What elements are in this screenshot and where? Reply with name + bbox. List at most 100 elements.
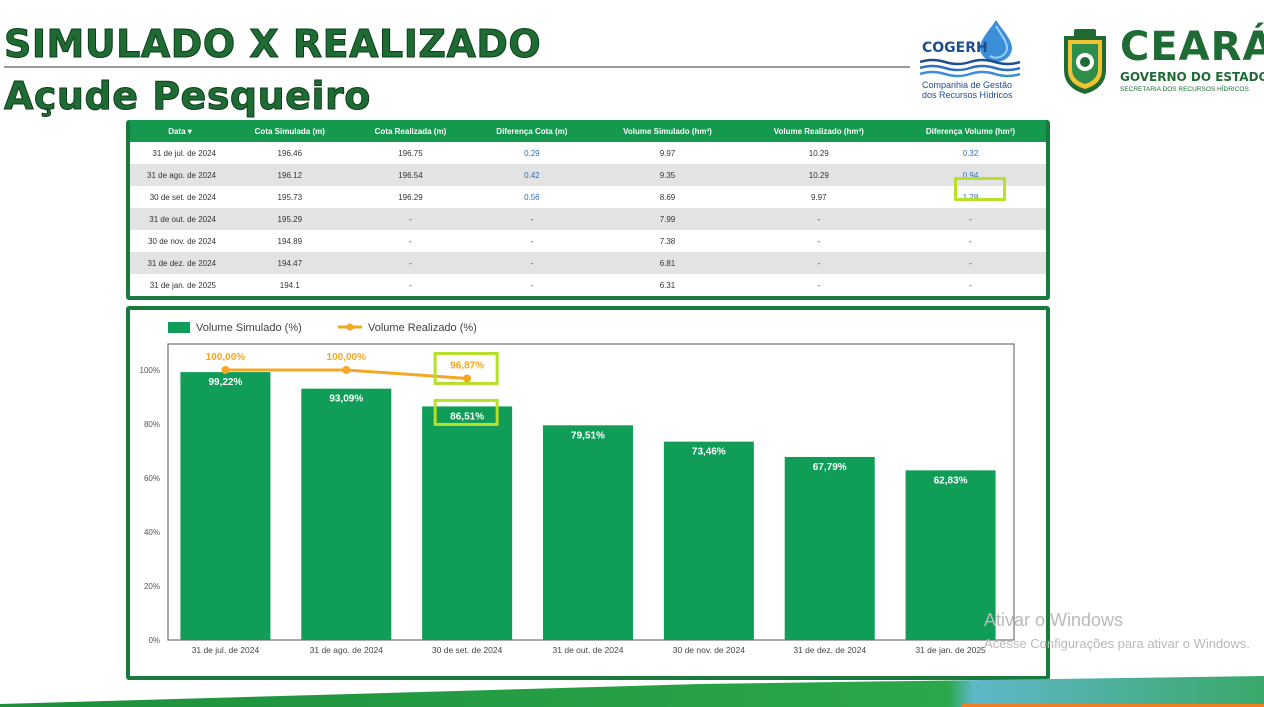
- highlight-box-difference-volume: [954, 177, 1006, 201]
- table-cell: 31 de out. de 2024: [130, 208, 230, 230]
- table-cell: -: [742, 208, 895, 230]
- ceara-government: GOVERNO DO ESTADO: [1120, 70, 1264, 84]
- bar-value-label: 93,09%: [329, 394, 363, 405]
- table-row: 30 de set. de 2024 195.73 196.29 0.56 8.…: [130, 186, 1046, 208]
- table-cell: 9.35: [592, 164, 743, 186]
- cogerh-logo: COGERH Companhia de Gestão dos Recursos …: [918, 18, 1028, 102]
- bar-volume-simulado: [905, 470, 996, 640]
- column-header-cota-realizada[interactable]: Cota Realizada (m): [349, 120, 472, 142]
- legend-swatch-volume-simulado: [168, 322, 190, 333]
- title-divider: [4, 66, 910, 68]
- column-header-cota-simulada[interactable]: Cota Simulada (m): [230, 120, 350, 142]
- volume-chart: Volume Simulado (%) Volume Realizado (%) 0…: [140, 322, 1015, 655]
- table-row: 31 de jul. de 2024 196.46 196.75 0.29 9.…: [130, 142, 1046, 164]
- x-tick-label: 31 de jul. de 2024: [192, 645, 260, 655]
- table-row: 31 de jan. de 2025 194.1 - - 6.31 - -: [130, 274, 1046, 296]
- table-cell: 31 de dez. de 2024: [130, 252, 230, 274]
- table-cell: 6.81: [592, 252, 743, 274]
- legend-swatch-marker-volume-realizado: [346, 323, 354, 331]
- column-header-diferenca-volume[interactable]: Diferença Volume (hm³): [895, 120, 1046, 142]
- table-cell: -: [409, 236, 412, 246]
- table-cell: 9.97: [811, 192, 827, 202]
- data-table: Data ▾ Cota Simulada (m) Cota Realizada …: [130, 120, 1046, 296]
- x-tick-label: 30 de nov. de 2024: [673, 645, 745, 655]
- table-cell: 6.31: [659, 280, 676, 290]
- table-row: 31 de ago. de 2024 196.12 196.54 0.42 9.…: [130, 164, 1046, 186]
- table-cell: 196.46: [277, 148, 303, 158]
- table-cell: 194.89: [277, 236, 303, 246]
- table-cell: -: [349, 208, 472, 230]
- table-row: 30 de nov. de 2024 194.89 - - 7.38 - -: [130, 230, 1046, 252]
- table-cell: -: [530, 236, 534, 246]
- table-cell: 196.54: [349, 164, 472, 186]
- table-cell: 0.42: [471, 164, 593, 186]
- cogerh-subtitle-line-1: Companhia de Gestão: [922, 80, 1013, 90]
- table-cell: 8.69: [659, 192, 676, 202]
- table-cell: 196.12: [230, 164, 350, 186]
- bottom-decorative-band: [0, 676, 1264, 707]
- column-header-volume-realizado[interactable]: Volume Realizado (hm³): [742, 120, 895, 142]
- table-cell: 31 de jul. de 2024: [152, 148, 216, 158]
- bar-value-label: 62,83%: [934, 475, 968, 486]
- bar-value-label: 67,79%: [813, 462, 847, 473]
- column-header-diferenca-cota[interactable]: Diferença Cota (m): [471, 120, 593, 142]
- table-header-row: Data ▾ Cota Simulada (m) Cota Realizada …: [130, 120, 1046, 142]
- point-volume-realizado: [342, 366, 351, 374]
- waves-icon: [920, 58, 1020, 78]
- ceara-logo: CEARÁ GOVERNO DO ESTADO SECRETARIA DOS R…: [1058, 22, 1264, 102]
- y-tick-label: 40%: [144, 528, 160, 537]
- table-cell: -: [895, 252, 1046, 274]
- table-cell: 0.29: [524, 148, 540, 158]
- cogerh-subtitle-line-2: dos Recursos Hídricos: [922, 90, 1013, 100]
- table-row: 31 de dez. de 2024 194.47 - - 6.81 - -: [130, 252, 1046, 274]
- legend-label-volume-realizado: Volume Realizado (%): [368, 322, 477, 334]
- column-header-volume-simulado[interactable]: Volume Simulado (hm³): [592, 120, 743, 142]
- bar-volume-simulado: [543, 425, 633, 640]
- x-tick-label: 30 de set. de 2024: [432, 645, 503, 655]
- cogerh-subtitle: Companhia de Gestão dos Recursos Hídrico…: [922, 80, 1013, 100]
- table-cell: -: [530, 280, 534, 290]
- y-tick-label: 20%: [144, 582, 160, 591]
- point-value-label: 96,87%: [450, 360, 484, 371]
- table-cell: 0.56: [524, 192, 540, 202]
- table-cell: 196.29: [398, 192, 423, 202]
- y-tick-label: 80%: [144, 420, 160, 429]
- bar-value-label: 73,46%: [692, 447, 726, 458]
- x-tick-label: 31 de dez. de 2024: [793, 645, 866, 655]
- data-table-panel: Data ▾ Cota Simulada (m) Cota Realizada …: [126, 120, 1050, 300]
- table-cell: 30 de nov. de 2024: [148, 236, 216, 246]
- x-tick-label: 31 de ago. de 2024: [310, 645, 384, 655]
- bar-volume-simulado: [301, 388, 392, 640]
- ceara-name: CEARÁ: [1120, 24, 1264, 70]
- state-seal-icon: [1064, 29, 1106, 94]
- table-cell: -: [969, 280, 972, 290]
- bar-value-label: 86,51%: [450, 411, 484, 422]
- column-header-date[interactable]: Data ▾: [130, 120, 230, 142]
- table-cell: 31 de ago. de 2024: [130, 164, 230, 186]
- table-cell: 195.73: [277, 192, 303, 202]
- table-cell: 0.32: [962, 148, 979, 158]
- table-cell: 30 de set. de 2024: [149, 192, 216, 202]
- y-tick-label: 0%: [148, 636, 160, 645]
- x-tick-label: 31 de out. de 2024: [553, 645, 624, 655]
- table-cell: 10.29: [742, 164, 895, 186]
- bar-volume-simulado: [784, 456, 875, 640]
- point-volume-realizado: [221, 366, 230, 374]
- table-cell: -: [409, 280, 412, 290]
- table-cell: 9.97: [659, 148, 676, 158]
- ceara-secretariat: SECRETARIA DOS RECURSOS HÍDRICOS: [1120, 86, 1249, 93]
- chart-container: Volume Simulado (%) Volume Realizado (%) 0…: [130, 310, 1046, 676]
- table-cell: 196.75: [398, 148, 423, 158]
- table-cell: -: [349, 252, 472, 274]
- bar-value-label: 79,51%: [571, 430, 605, 441]
- table-cell: -: [895, 208, 1046, 230]
- table-cell: -: [817, 280, 821, 290]
- y-tick-label: 100%: [140, 366, 160, 375]
- bar-volume-simulado: [663, 441, 754, 640]
- activation-watermark-title: Ativar o Windows: [984, 610, 1124, 630]
- data-table-container: Data ▾ Cota Simulada (m) Cota Realizada …: [130, 120, 1046, 296]
- activation-watermark-message: Acesse Configurações para ativar o Windo…: [984, 636, 1250, 651]
- bar-volume-simulado: [180, 372, 271, 640]
- point-value-label: 100,00%: [206, 352, 246, 363]
- table-cell: 194.1: [279, 280, 300, 290]
